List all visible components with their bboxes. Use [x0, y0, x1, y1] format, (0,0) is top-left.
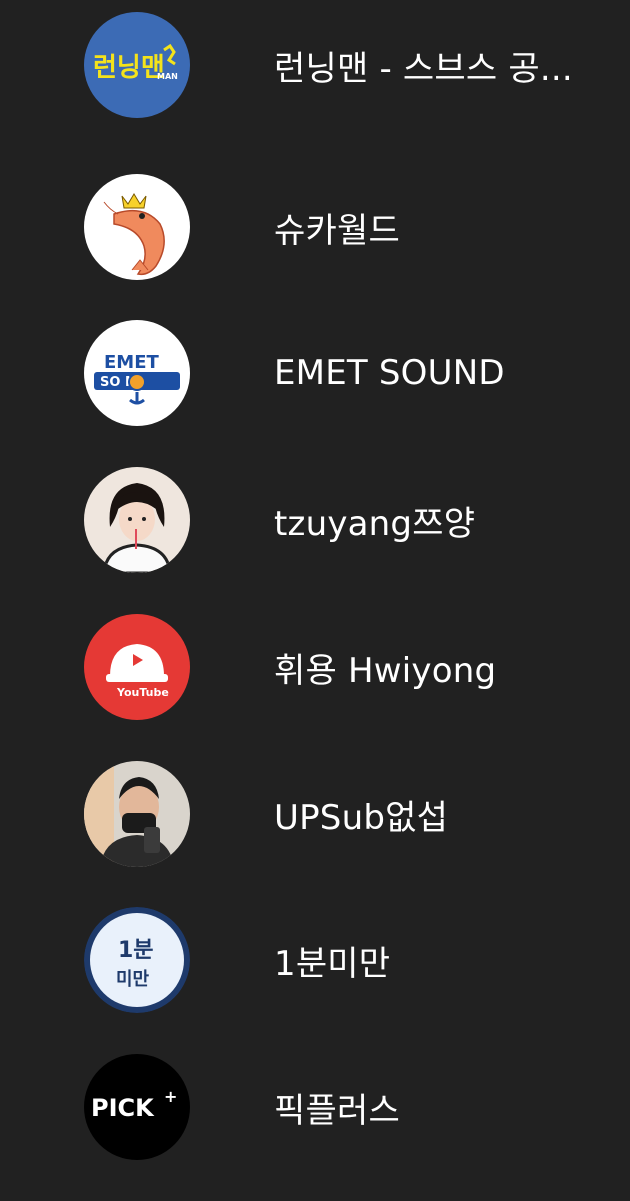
emet-sound-logo-icon: EMET SO N [84, 320, 190, 426]
shrimp-logo-icon [84, 174, 190, 280]
pickplus-logo-icon: PICK + [84, 1054, 190, 1160]
hwiyong-logo-icon: YouTube [84, 614, 190, 720]
logo-text: PICK [91, 1094, 155, 1122]
channel-name: 픽플러스 [274, 1090, 400, 1131]
channel-name: EMET SOUND [274, 353, 505, 393]
channel-item-runningman[interactable]: 런닝맨 MAN 런닝맨 - 스브스 공... [0, 0, 630, 138]
logo-text: EMET [104, 352, 160, 373]
channel-item-emet-sound[interactable]: EMET SO N EMET SOUND [0, 300, 630, 446]
channel-name: 휘용 Hwiyong [274, 650, 497, 691]
channel-item-one-minute[interactable]: 1분 미만 1분미만 [0, 887, 630, 1033]
logo-sub: + [164, 1087, 177, 1106]
channel-name: 런닝맨 - 스브스 공... [274, 48, 573, 89]
logo-sub: 미만 [116, 969, 150, 990]
logo-text: YouTube [116, 686, 169, 699]
one-minute-logo-icon: 1분 미만 [84, 907, 190, 1013]
channel-name: 슈카월드 [274, 210, 400, 251]
logo-text: 런닝맨 [93, 53, 165, 83]
tzuyang-avatar-icon [84, 467, 190, 573]
upsub-avatar-icon [84, 761, 190, 867]
runningman-logo-icon: 런닝맨 MAN [84, 12, 190, 118]
channel-item-syukaworld[interactable]: 슈카월드 [0, 154, 630, 300]
channel-name: tzuyang쯔양 [274, 503, 476, 544]
channel-name: 1분미만 [274, 943, 391, 984]
channel-name: UPSub없섭 [274, 797, 449, 838]
channel-item-pickplus[interactable]: PICK + 픽플러스 [0, 1034, 630, 1180]
logo-text: 1분 [118, 938, 154, 963]
channel-item-tzuyang[interactable]: tzuyang쯔양 [0, 447, 630, 593]
channel-list: 런닝맨 MAN 런닝맨 - 스브스 공... 슈카월드 EMET SO N EM… [0, 0, 630, 1201]
channel-item-hwiyong[interactable]: YouTube 휘용 Hwiyong [0, 594, 630, 740]
channel-item-upsub[interactable]: UPSub없섭 [0, 741, 630, 887]
logo-sub: MAN [157, 72, 178, 81]
